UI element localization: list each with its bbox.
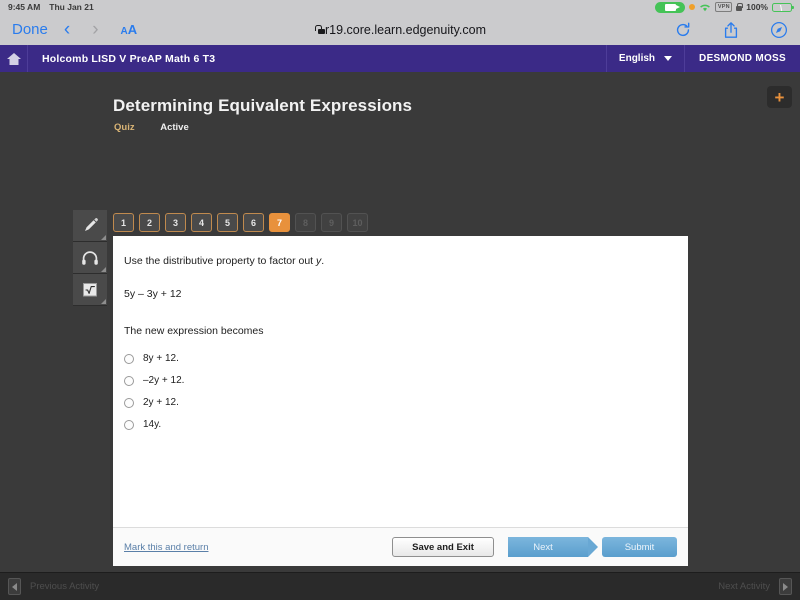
question-tabs: 1 2 3 4 5 6 7 8 9 10 xyxy=(113,213,368,232)
url-text: r19.core.learn.edgenuity.com xyxy=(325,22,486,37)
question-tab-7[interactable]: 7 xyxy=(269,213,290,232)
next-activity-button[interactable] xyxy=(779,578,792,595)
option-label: –2y + 12. xyxy=(143,375,185,387)
next-button[interactable]: Next xyxy=(508,537,598,557)
course-header-bar: Holcomb LISD V PreAP Math 6 T3 English D… xyxy=(0,45,800,72)
home-icon xyxy=(6,52,21,65)
lock-icon xyxy=(314,25,325,34)
lock-icon xyxy=(736,3,744,11)
calculator-tool[interactable] xyxy=(73,274,107,306)
answer-option-2[interactable]: –2y + 12. xyxy=(124,370,677,392)
question-tab-2[interactable]: 2 xyxy=(139,213,160,232)
home-button[interactable] xyxy=(0,45,28,72)
language-selector[interactable]: English xyxy=(605,45,684,72)
mark-and-return-link[interactable]: Mark this and return xyxy=(124,542,208,553)
language-label: English xyxy=(618,53,656,64)
share-icon[interactable] xyxy=(722,21,740,39)
tool-rail xyxy=(73,210,107,306)
answer-option-3[interactable]: 2y + 12. xyxy=(124,392,677,414)
question-tab-1[interactable]: 1 xyxy=(113,213,134,232)
question-tab-3[interactable]: 3 xyxy=(165,213,186,232)
safari-compass-icon[interactable] xyxy=(770,21,788,39)
safari-toolbar: Done ‹ › AA r19.core.learn.edgenuity.com xyxy=(0,14,800,45)
text-size-button[interactable]: AA xyxy=(121,22,138,37)
lesson-meta: Quiz Active xyxy=(114,122,189,133)
lesson-page: + Determining Equivalent Expressions Qui… xyxy=(0,72,800,572)
radio-button[interactable] xyxy=(124,419,134,430)
previous-activity-label: Previous Activity xyxy=(30,581,100,592)
orange-privacy-dot-icon xyxy=(689,4,696,10)
question-tab-4[interactable]: 4 xyxy=(191,213,212,232)
add-button[interactable]: + xyxy=(767,86,792,108)
battery-percent: 100% xyxy=(746,2,768,12)
save-and-exit-button[interactable]: Save and Exit xyxy=(392,537,494,557)
question-prompt: Use the distributive property to factor … xyxy=(124,254,677,269)
pencil-icon xyxy=(84,218,98,231)
submit-button[interactable]: Submit xyxy=(602,537,677,557)
lesson-type-label: Quiz xyxy=(114,122,135,133)
back-button[interactable]: ‹ xyxy=(64,19,70,41)
audio-tool[interactable] xyxy=(73,242,107,274)
plus-icon: + xyxy=(774,87,785,107)
headphones-icon xyxy=(82,250,98,265)
arrow-left-icon xyxy=(12,582,17,591)
question-subprompt: The new expression becomes xyxy=(124,324,264,337)
option-label: 2y + 12. xyxy=(143,397,179,409)
reload-icon[interactable] xyxy=(674,21,692,39)
radio-button[interactable] xyxy=(124,397,134,408)
question-card: Use the distributive property to factor … xyxy=(113,236,688,566)
done-button[interactable]: Done xyxy=(12,21,48,38)
answer-option-4[interactable]: 14y. xyxy=(124,414,677,436)
forward-button[interactable]: › xyxy=(92,19,98,41)
question-tab-6[interactable]: 6 xyxy=(243,213,264,232)
wifi-icon xyxy=(700,4,711,11)
user-menu[interactable]: DESMOND MOSS xyxy=(684,45,800,72)
arrow-right-icon xyxy=(783,582,788,591)
answer-options: 8y + 12. –2y + 12. 2y + 12. 14y. xyxy=(124,348,677,436)
question-expression: 5y – 3y + 12 xyxy=(124,287,182,300)
status-date: Thu Jan 21 xyxy=(49,2,94,12)
lesson-status-label: Active xyxy=(160,122,189,133)
course-title: Holcomb LISD V PreAP Math 6 T3 xyxy=(42,52,216,65)
answer-option-1[interactable]: 8y + 12. xyxy=(124,348,677,370)
vpn-icon: VPN xyxy=(715,2,733,12)
highlighter-tool[interactable] xyxy=(73,210,107,242)
prompt-text-before: Use the distributive property to factor … xyxy=(124,255,317,267)
page-title: Determining Equivalent Expressions xyxy=(113,96,413,115)
radio-button[interactable] xyxy=(124,375,134,386)
tablet-screen: 9:45 AM Thu Jan 21 VPN 100% \ Done ‹ › A… xyxy=(0,0,800,600)
radio-button[interactable] xyxy=(124,353,134,364)
user-name: DESMOND MOSS xyxy=(699,53,786,64)
activity-navigation-bar: Previous Activity Next Activity xyxy=(0,572,800,600)
question-tab-9: 9 xyxy=(321,213,342,232)
status-time: 9:45 AM xyxy=(8,2,41,12)
question-tab-5[interactable]: 5 xyxy=(217,213,238,232)
question-tab-10: 10 xyxy=(347,213,368,232)
battery-charging-icon: \ xyxy=(772,2,794,13)
chevron-down-icon xyxy=(664,56,673,61)
question-tab-8: 8 xyxy=(295,213,316,232)
next-activity-label: Next Activity xyxy=(718,581,770,592)
option-label: 8y + 12. xyxy=(143,353,179,365)
card-footer: Mark this and return Save and Exit Next … xyxy=(113,527,688,566)
square-root-icon xyxy=(83,283,97,297)
previous-activity-button[interactable] xyxy=(8,578,21,595)
screen-recording-icon xyxy=(655,1,686,13)
option-label: 14y. xyxy=(143,419,162,431)
ios-status-bar: 9:45 AM Thu Jan 21 VPN 100% \ xyxy=(0,0,800,14)
prompt-text-after: . xyxy=(321,255,325,267)
